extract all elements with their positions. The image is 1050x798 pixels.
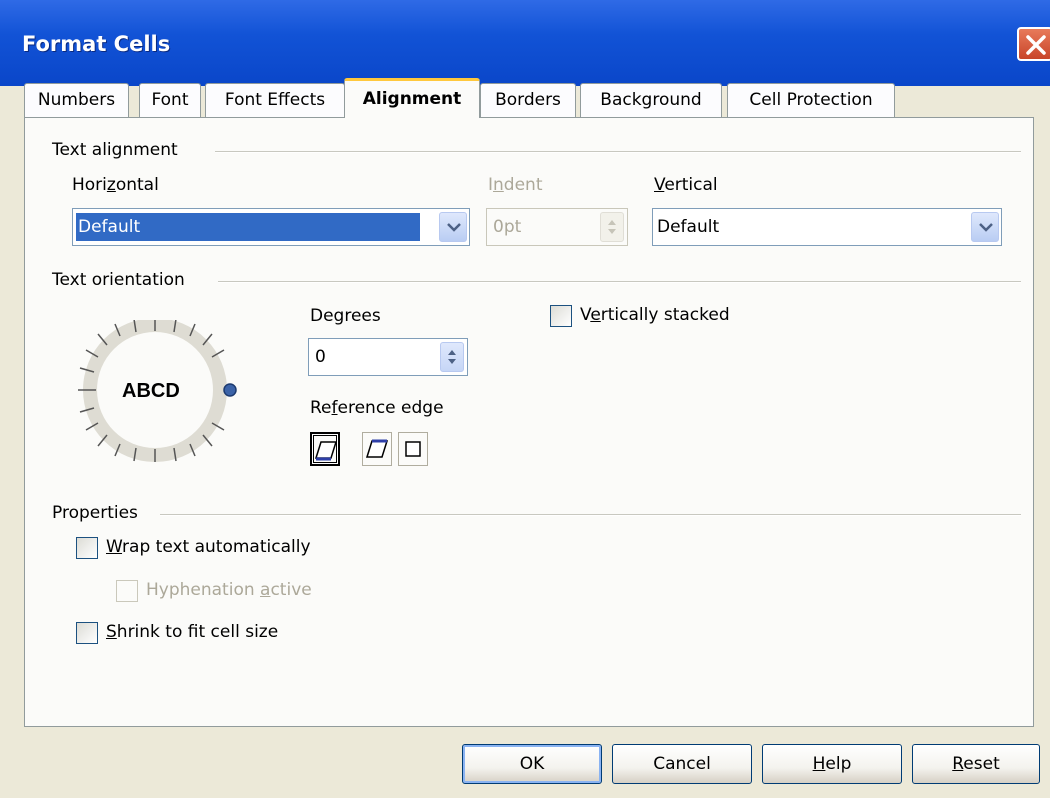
text-alignment-group-label: Text alignment	[52, 140, 178, 160]
shrink-to-fit-checkbox[interactable]	[76, 622, 98, 644]
reference-edge-label: Reference edge	[310, 398, 444, 418]
edge-top-icon	[366, 439, 388, 458]
tab-label: Font Effects	[224, 90, 326, 110]
tab-alignment[interactable]: Alignment	[344, 78, 480, 118]
window-title: Format Cells	[22, 32, 171, 56]
group-divider	[160, 514, 1021, 516]
reset-label: Reset	[952, 754, 1000, 774]
tab-borders[interactable]: Borders	[480, 83, 576, 117]
vertical-label: Vertical	[654, 175, 718, 195]
tab-background[interactable]: Background	[580, 83, 722, 117]
horizontal-dropdown-button[interactable]	[439, 212, 467, 242]
tab-label: Font	[151, 90, 189, 110]
indent-label: Indent	[488, 175, 543, 195]
vertical-value: Default	[657, 217, 720, 237]
hyphenation-label: Hyphenation active	[146, 580, 312, 600]
spin-arrows-icon	[448, 350, 456, 364]
cancel-button[interactable]: Cancel	[612, 744, 752, 784]
indent-value: 0pt	[493, 217, 522, 237]
degrees-value: 0	[315, 347, 326, 367]
degrees-spinner[interactable]: 0	[308, 338, 468, 376]
tab-label: Background	[600, 90, 702, 110]
group-divider	[218, 281, 1021, 283]
vertical-dropdown-button[interactable]	[971, 212, 999, 242]
tab-font[interactable]: Font	[139, 83, 201, 117]
shrink-to-fit-label: Shrink to fit cell size	[106, 622, 279, 642]
chevron-down-icon	[979, 223, 993, 232]
indent-spin-buttons[interactable]	[600, 212, 624, 242]
close-button[interactable]	[1017, 27, 1050, 61]
tab-label: Borders	[495, 90, 561, 110]
tab-font-effects[interactable]: Font Effects	[205, 83, 345, 117]
cancel-label: Cancel	[653, 754, 711, 774]
tab-numbers[interactable]: Numbers	[24, 83, 129, 117]
reset-button[interactable]: Reset	[912, 744, 1040, 784]
ok-label: OK	[519, 754, 545, 774]
hyphenation-checkbox[interactable]	[116, 580, 138, 602]
help-button[interactable]: Help	[762, 744, 902, 784]
reference-edge-inside-button[interactable]	[398, 432, 428, 466]
spin-arrows-icon	[608, 220, 616, 234]
chevron-down-icon	[447, 223, 461, 232]
group-divider	[215, 151, 1021, 153]
edge-inside-icon	[405, 441, 421, 457]
vertical-dropdown[interactable]: Default	[652, 208, 1002, 246]
vertically-stacked-label: Vertically stacked	[580, 305, 730, 325]
reference-edge-top-button[interactable]	[362, 432, 392, 466]
tab-cell-protection[interactable]: Cell Protection	[727, 83, 895, 117]
wrap-text-label: Wrap text automatically	[106, 537, 311, 557]
degrees-spin-buttons[interactable]	[440, 342, 464, 372]
close-icon	[1026, 35, 1046, 55]
title-bar: Format Cells	[0, 0, 1050, 86]
text-orientation-group-label: Text orientation	[52, 270, 185, 290]
tab-label: Cell Protection	[749, 90, 873, 110]
vertically-stacked-checkbox[interactable]	[550, 305, 572, 327]
horizontal-value: Default	[75, 212, 421, 242]
properties-group-label: Properties	[52, 503, 138, 523]
horizontal-dropdown[interactable]: Default	[72, 208, 470, 246]
indent-spinner[interactable]: 0pt	[486, 208, 628, 246]
help-label: Help	[812, 754, 852, 774]
horizontal-label: Horizontal	[72, 175, 159, 195]
dial-preview-text: ABCD	[122, 380, 180, 402]
wrap-text-checkbox[interactable]	[76, 537, 98, 559]
degrees-label: Degrees	[310, 306, 381, 326]
tab-label: Numbers	[37, 90, 116, 110]
rotation-dial[interactable]: ABCD	[70, 318, 240, 470]
ok-button[interactable]: OK	[462, 744, 602, 784]
reference-edge-bottom-button[interactable]	[310, 432, 340, 466]
edge-bottom-icon	[315, 441, 337, 461]
tab-label: Alignment	[362, 89, 462, 109]
